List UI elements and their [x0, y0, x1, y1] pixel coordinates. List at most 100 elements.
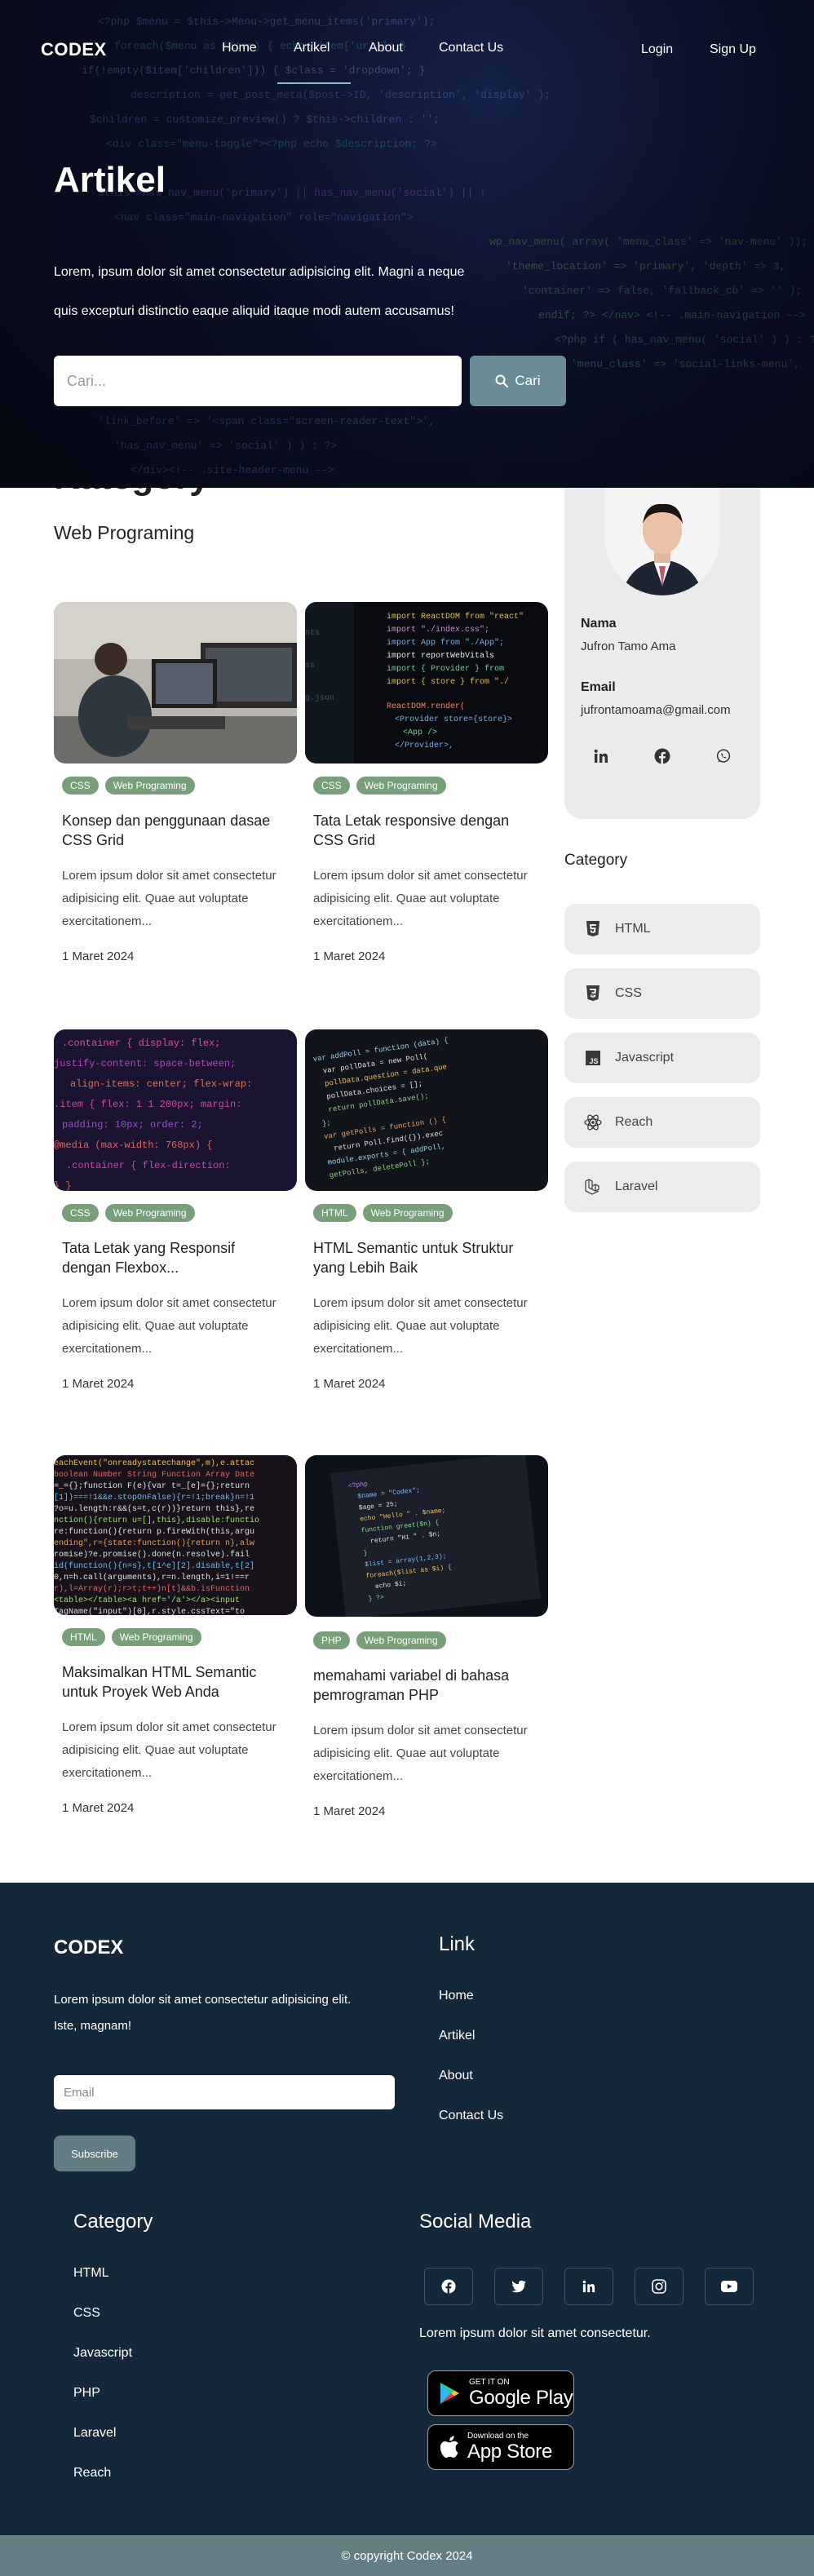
linkedin-icon: [582, 2280, 595, 2293]
footer-description: Lorem ipsum dolor sit amet consectetur a…: [54, 1987, 396, 2039]
tag[interactable]: PHP: [313, 1631, 350, 1649]
footer-category-laravel[interactable]: Laravel: [73, 2426, 116, 2441]
article-5-title[interactable]: Maksimalkan HTML Semantic untuk Proyek W…: [62, 1662, 282, 1702]
category-item-html[interactable]: HTML: [564, 904, 760, 954]
linkedin-icon[interactable]: [589, 744, 613, 768]
footer-brand[interactable]: CODEX: [54, 1936, 123, 1959]
article-2-title[interactable]: Tata Letak responsive dengan CSS Grid: [313, 811, 533, 850]
footer-link-home[interactable]: Home: [439, 1989, 474, 2003]
category-item-javascript[interactable]: JS Javascript: [564, 1033, 760, 1083]
article-image-6[interactable]: <?php $name = "Codex"; $age = 25; echo "…: [305, 1455, 548, 1617]
profile-social-links: [589, 744, 736, 768]
svg-text:.container { display: flex;: .container { display: flex;: [62, 1038, 220, 1049]
footer-category-javascript[interactable]: Javascript: [73, 2346, 132, 2361]
svg-text:TagName("input")[0],r.style.cs: TagName("input")[0],r.style.cssText="to: [54, 1607, 245, 1615]
newsletter-email-input[interactable]: [54, 2075, 395, 2109]
app-store-badge[interactable]: Download on the App Store: [427, 2424, 574, 2470]
svg-text:ending",r={state:function(){re: ending",r={state:function(){return n},al…: [54, 1538, 254, 1548]
article-image-2[interactable]: import ReactDOM from "react" import "./i…: [305, 602, 548, 764]
svg-text:import "./index.css";: import "./index.css";: [387, 625, 489, 635]
nav-artikel[interactable]: Artikel: [294, 41, 330, 55]
footer-social-text: Lorem ipsum dolor sit amet consectetur.: [419, 2326, 651, 2340]
css3-icon: [584, 985, 602, 1003]
footer-facebook-button[interactable]: [424, 2268, 473, 2305]
apple-icon: [440, 2436, 458, 2458]
article-image-5[interactable]: eachEvent("onreadystatechange",m),e.atta…: [54, 1455, 297, 1615]
category-item-react[interactable]: Reach: [564, 1097, 760, 1148]
footer-category-php[interactable]: PHP: [73, 2386, 100, 2401]
search-button[interactable]: Cari: [470, 356, 566, 406]
category-label: Laravel: [615, 1180, 658, 1193]
tag[interactable]: CSS: [62, 777, 99, 794]
profile-email: jufrontamoama@gmail.com: [581, 703, 731, 717]
footer-social-heading: Social Media: [419, 2211, 532, 2233]
footer-link-about[interactable]: About: [439, 2069, 473, 2083]
google-play-badge[interactable]: GET IT ON Google Play: [427, 2370, 574, 2416]
article-image-1[interactable]: [54, 602, 297, 764]
footer-twitter-button[interactable]: [494, 2268, 543, 2305]
nav-home[interactable]: Home: [222, 41, 257, 55]
tag[interactable]: HTML: [62, 1628, 105, 1646]
search-input[interactable]: [54, 356, 462, 406]
article-image-4[interactable]: var addPoll = function (data) { var poll…: [305, 1029, 548, 1191]
laravel-icon: [584, 1178, 602, 1196]
article-1-date: 1 Maret 2024: [62, 949, 135, 963]
footer-link-artikel[interactable]: Artikel: [439, 2029, 475, 2043]
login-link[interactable]: Login: [641, 42, 673, 57]
svg-text:padding: 10px; order: 2;: padding: 10px; order: 2;: [62, 1119, 203, 1131]
facebook-icon[interactable]: [650, 744, 675, 768]
article-3-title[interactable]: Tata Letak yang Responsif dengan Flexbox…: [62, 1238, 282, 1277]
svg-text:} }: } }: [54, 1180, 72, 1191]
tag[interactable]: CSS: [62, 1204, 99, 1222]
nav-about[interactable]: About: [369, 41, 403, 55]
svg-text:<table></table><a href='/a'></: <table></table><a href='/a'></a><input: [54, 1596, 240, 1605]
article-5-tags: HTML Web Programing: [62, 1628, 201, 1646]
article-5-desc: Lorem ipsum dolor sit amet consectetur a…: [62, 1720, 276, 1780]
svg-text:};: };: [321, 1119, 331, 1128]
facebook-icon: [441, 2279, 456, 2294]
svg-text:nction(){return u=[],this},dis: nction(){return u=[],this},disable:funct…: [54, 1516, 259, 1525]
signup-link[interactable]: Sign Up: [710, 42, 756, 57]
svg-text:justify-content: space-between: justify-content: space-between;: [54, 1058, 236, 1069]
svg-text:eachEvent("onreadystatechange": eachEvent("onreadystatechange",m),e.atta…: [54, 1458, 254, 1468]
category-item-laravel[interactable]: Laravel: [564, 1162, 760, 1212]
article-4-title[interactable]: HTML Semantic untuk Struktur yang Lebih …: [313, 1238, 533, 1277]
avatar-photo: [605, 488, 719, 595]
footer-category-react[interactable]: Reach: [73, 2466, 111, 2481]
subscribe-button[interactable]: Subscribe: [54, 2136, 135, 2171]
category-item-css[interactable]: CSS: [564, 968, 760, 1019]
svg-text:JS: JS: [590, 1057, 599, 1065]
html5-icon: [584, 920, 602, 938]
svg-text:.item { flex: 1 1 200px; margi: .item { flex: 1 1 200px; margin:: [54, 1099, 241, 1110]
avatar: [605, 488, 719, 595]
brand-logo[interactable]: CODEX: [41, 39, 107, 60]
article-image-3[interactable]: .container { display: flex; justify-cont…: [54, 1029, 297, 1191]
footer-category-css[interactable]: CSS: [73, 2306, 100, 2321]
article-1-title[interactable]: Konsep dan penggunaan dasae CSS Grid: [62, 811, 282, 850]
article-6-title[interactable]: memahami variabel di bahasa pemrograman …: [313, 1666, 533, 1705]
category-subheading: Web Programing: [54, 522, 195, 543]
tag[interactable]: HTML: [313, 1204, 356, 1222]
tag[interactable]: Web Programing: [104, 777, 195, 794]
footer-linkedin-button[interactable]: [564, 2268, 613, 2305]
article-3-desc: Lorem ipsum dolor sit amet consectetur a…: [62, 1296, 276, 1356]
footer-youtube-button[interactable]: [705, 2268, 754, 2305]
article-4-tags: HTML Web Programing: [313, 1204, 453, 1222]
tag[interactable]: Web Programing: [356, 1631, 446, 1649]
whatsapp-icon[interactable]: [711, 744, 736, 768]
category-label: Javascript: [615, 1051, 675, 1064]
tag[interactable]: Web Programing: [356, 777, 446, 794]
footer-instagram-button[interactable]: [635, 2268, 683, 2305]
tag[interactable]: CSS: [313, 777, 350, 794]
tag[interactable]: Web Programing: [104, 1204, 195, 1222]
javascript-icon: JS: [584, 1049, 602, 1067]
hero-desc-line-2: quis excepturi distinctio eaque aliquid …: [54, 304, 454, 318]
footer-link-contact[interactable]: Contact Us: [439, 2109, 503, 2123]
article-3-tags: CSS Web Programing: [62, 1204, 195, 1222]
footer-category-html[interactable]: HTML: [73, 2266, 109, 2281]
active-nav-indicator: [277, 82, 351, 84]
tag[interactable]: Web Programing: [362, 1204, 453, 1222]
nav-contact[interactable]: Contact Us: [439, 41, 503, 55]
tag[interactable]: Web Programing: [111, 1628, 201, 1646]
article-6-tags: PHP Web Programing: [313, 1631, 446, 1649]
